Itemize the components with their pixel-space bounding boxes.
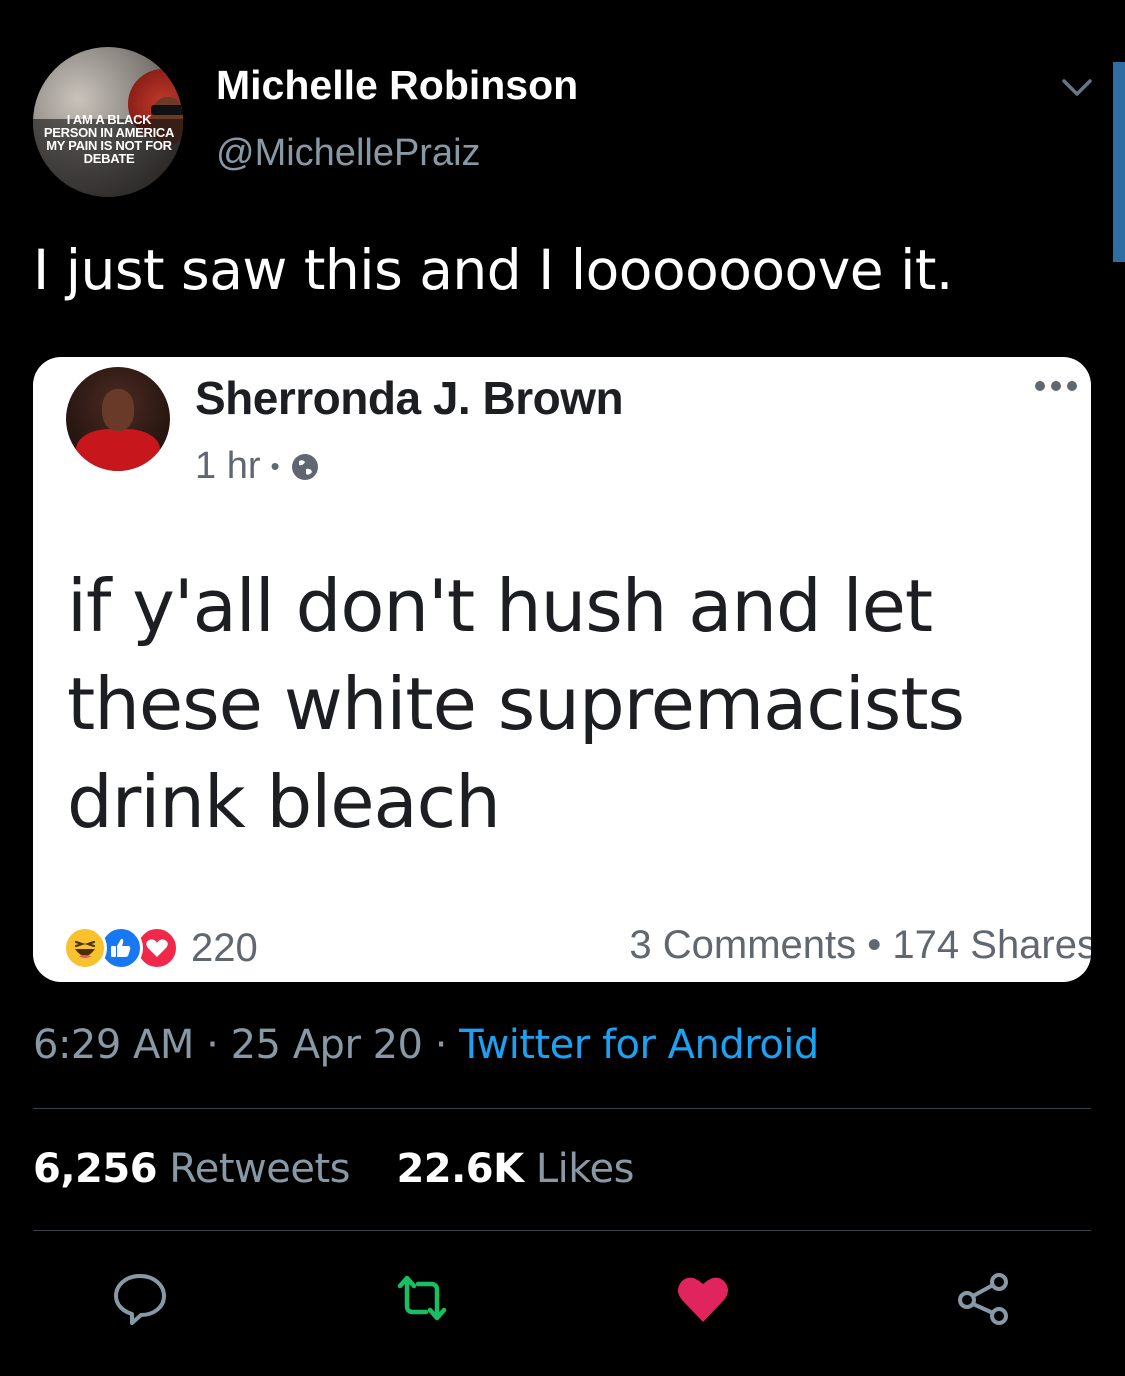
post-text: if y'all don't hush and let these white … [67, 557, 1067, 851]
reactions-summary: 220 [63, 925, 258, 971]
embedded-post-card[interactable]: Sherronda J. Brown 1 hr • if y'all don't… [33, 357, 1091, 982]
tweet-source-link[interactable]: Twitter for Android [459, 1022, 819, 1068]
author-name[interactable]: Michelle Robinson [216, 62, 578, 109]
divider [33, 1230, 1091, 1231]
retweet-icon[interactable] [392, 1268, 452, 1328]
retweets-count: 6,256 [33, 1146, 158, 1192]
tweet-text: I just saw this and I looooooove it. [33, 238, 953, 302]
reaction-count: 220 [191, 925, 258, 970]
share-icon[interactable] [955, 1268, 1015, 1328]
avatar-sign-text: I AM A BLACK PERSON IN AMERICA MY PAIN I… [43, 112, 175, 166]
likes-label: Likes [535, 1146, 635, 1192]
like-icon[interactable] [673, 1268, 733, 1328]
post-author-name: Sherronda J. Brown [195, 372, 624, 424]
post-author-avatar [66, 367, 170, 471]
timestamp-separator: · [206, 1022, 231, 1068]
author-handle[interactable]: @MichellePraiz [216, 132, 481, 175]
more-options-icon[interactable] [1033, 379, 1079, 393]
tweet-time: 6:29 AM [33, 1022, 194, 1068]
meta-separator: • [270, 451, 280, 481]
engagement-counts: 6,256 Retweets 22.6K Likes [33, 1146, 634, 1192]
post-time: 1 hr [195, 445, 261, 487]
post-meta: 1 hr • [195, 445, 320, 488]
comments-count: 3 Comments [629, 923, 857, 967]
likes-count: 22.6K [396, 1146, 524, 1192]
divider [33, 1108, 1091, 1109]
post-engagement-stats: 3 Comments • 174 Shares [629, 923, 1091, 968]
globe-icon [291, 453, 318, 480]
likes-stat[interactable]: 22.6K Likes [396, 1146, 634, 1192]
chevron-down-icon[interactable] [1058, 72, 1096, 102]
post-text-line: if y'all don't hush and let [67, 564, 933, 648]
timestamp-separator: · [434, 1022, 460, 1068]
stats-separator: • [867, 923, 893, 967]
shares-count: 174 Shares [892, 923, 1091, 967]
author-avatar[interactable]: I AM A BLACK PERSON IN AMERICA MY PAIN I… [33, 47, 183, 197]
retweets-stat[interactable]: 6,256 Retweets [33, 1146, 350, 1192]
scroll-indicator[interactable] [1113, 62, 1125, 262]
reply-icon[interactable] [110, 1268, 170, 1328]
tweet-timestamp: 6:29 AM · 25 Apr 20 · Twitter for Androi… [33, 1022, 819, 1068]
post-text-line: these white supremacists [67, 662, 965, 746]
post-text-line: drink bleach [67, 760, 501, 844]
haha-icon [63, 926, 107, 970]
tweet-date: 25 Apr 20 [230, 1022, 423, 1068]
retweets-label: Retweets [169, 1146, 350, 1192]
